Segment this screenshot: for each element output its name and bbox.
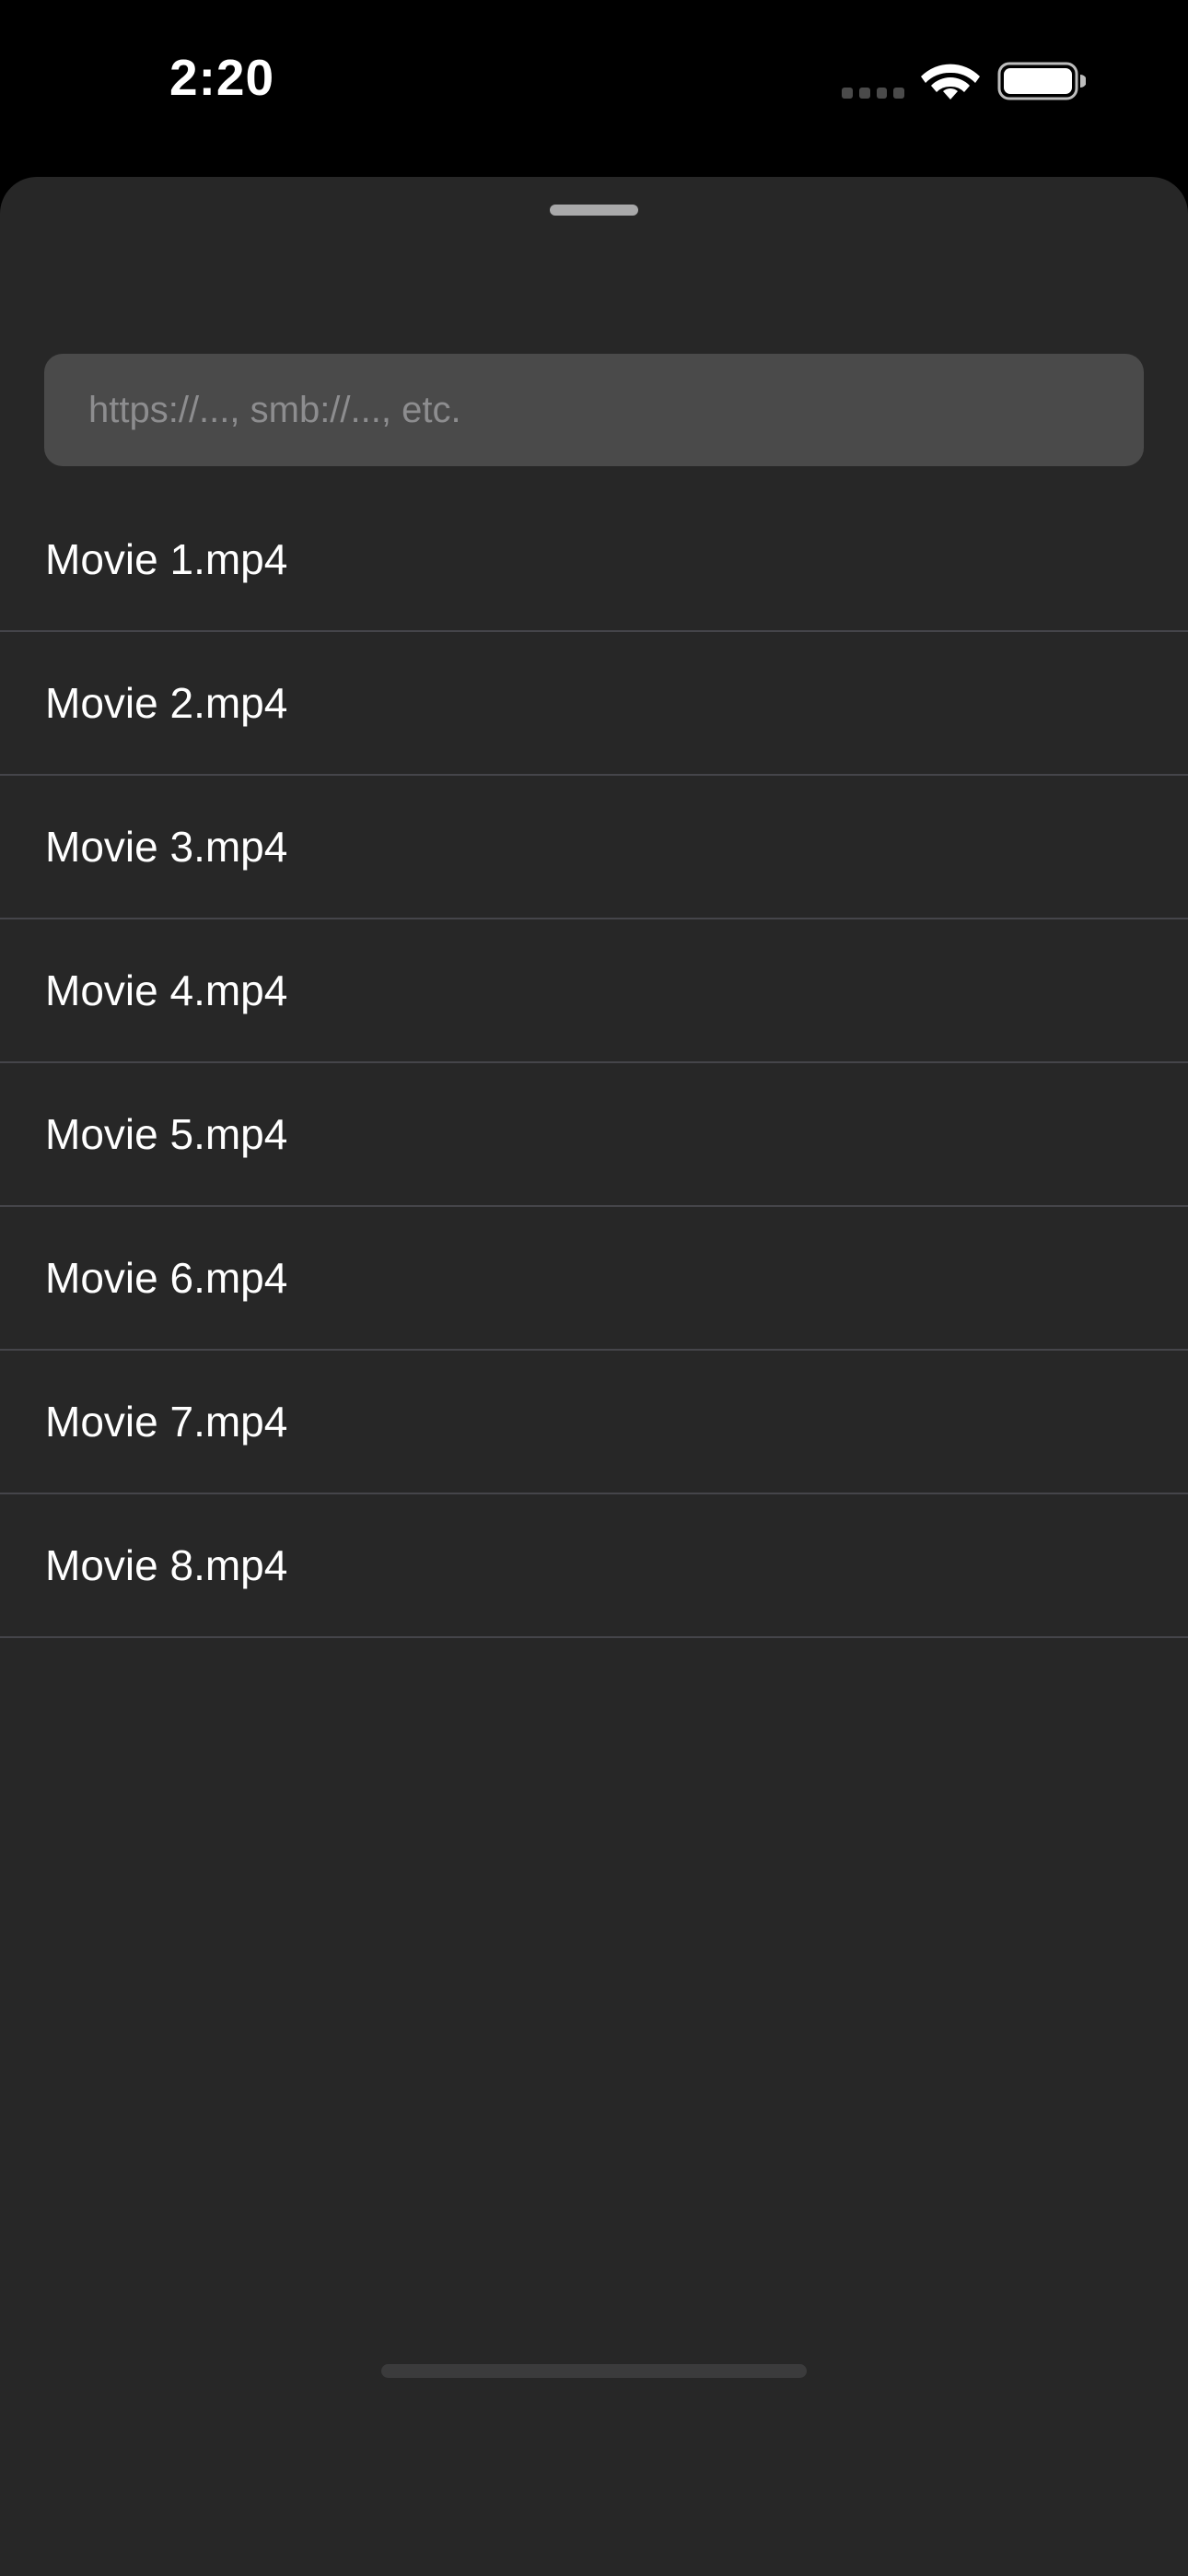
- url-field[interactable]: [44, 354, 1144, 466]
- file-list-item[interactable]: Movie 2.mp4: [0, 632, 1188, 776]
- file-name: Movie 4.mp4: [45, 966, 288, 1014]
- file-name: Movie 6.mp4: [45, 1254, 288, 1302]
- url-input[interactable]: [88, 354, 1100, 466]
- file-list-item[interactable]: Movie 7.mp4: [0, 1351, 1188, 1494]
- file-list-item[interactable]: Movie 8.mp4: [0, 1494, 1188, 1638]
- file-list: Movie 1.mp4 Movie 2.mp4 Movie 3.mp4 Movi…: [0, 488, 1188, 1638]
- file-name: Movie 2.mp4: [45, 679, 288, 727]
- sheet-grabber-handle[interactable]: [550, 205, 638, 216]
- cellular-signal-icon: [842, 88, 904, 99]
- file-name: Movie 3.mp4: [45, 823, 288, 871]
- status-time: 2:20: [169, 49, 275, 106]
- file-name: Movie 8.mp4: [45, 1541, 288, 1589]
- file-list-item[interactable]: Movie 3.mp4: [0, 776, 1188, 919]
- battery-icon: [997, 62, 1086, 100]
- file-name: Movie 7.mp4: [45, 1398, 288, 1446]
- wifi-icon: [921, 64, 980, 100]
- file-name: Movie 5.mp4: [45, 1110, 288, 1158]
- bottom-sheet: Movie 1.mp4 Movie 2.mp4 Movie 3.mp4 Movi…: [0, 177, 1188, 2576]
- file-list-item[interactable]: Movie 6.mp4: [0, 1207, 1188, 1351]
- status-bar: 2:20: [0, 0, 1188, 175]
- file-list-item[interactable]: Movie 1.mp4: [0, 488, 1188, 632]
- home-indicator[interactable]: [381, 2364, 807, 2378]
- file-list-item[interactable]: Movie 4.mp4: [0, 919, 1188, 1063]
- file-list-item[interactable]: Movie 5.mp4: [0, 1063, 1188, 1207]
- file-name: Movie 1.mp4: [45, 535, 288, 583]
